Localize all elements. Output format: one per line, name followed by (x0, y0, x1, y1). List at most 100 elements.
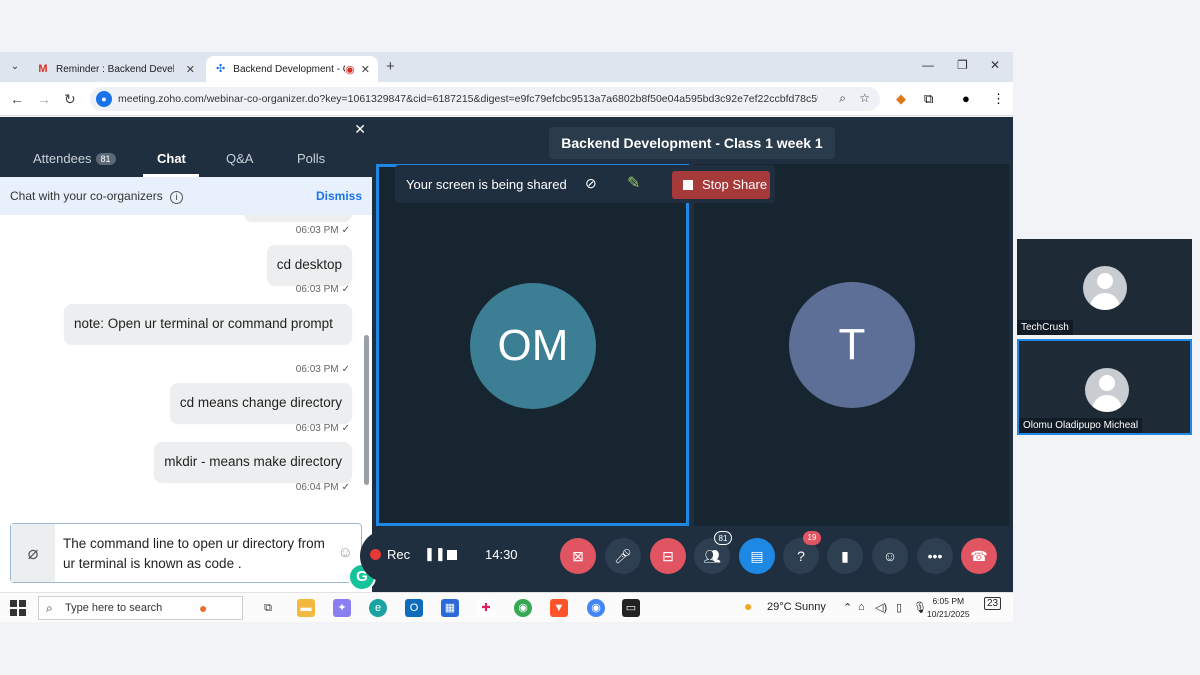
dismiss-button[interactable]: Dismiss (316, 189, 362, 203)
meeting-title: Backend Development - Class 1 week 1 (549, 127, 835, 159)
basketball-icon: ● (199, 600, 208, 616)
chat-button[interactable]: ▤ (739, 538, 775, 574)
close-window-icon[interactable]: ✕ (990, 58, 1000, 72)
new-tab-icon[interactable]: + (386, 58, 395, 75)
chrome-active-icon[interactable]: ◉ (587, 599, 605, 617)
chat-bubble: note: Open ur terminal or command prompt (64, 304, 352, 344)
slack-icon[interactable]: ✚ (477, 599, 495, 617)
tray-arrow-icon[interactable]: ⌃ (843, 601, 852, 614)
chat-bubble: cd desktop (266, 245, 352, 285)
restore-icon[interactable]: ❐ (957, 58, 968, 72)
outlook-icon[interactable]: O (405, 599, 423, 617)
record-dot-icon (370, 549, 381, 560)
close-tab-icon[interactable]: ✕ (361, 63, 370, 76)
stop-share-button[interactable]: Stop Share (672, 171, 770, 199)
tab-attendees[interactable]: Attendees 81 (33, 151, 116, 166)
video-tile-t[interactable]: T (694, 164, 1009, 526)
taskbar-clock[interactable]: 6:05 PM 10/21/2025 (927, 595, 970, 621)
back-icon[interactable]: ← (10, 91, 24, 107)
participants-button[interactable]: 👥︎ 81 (694, 531, 732, 574)
tab-search-icon[interactable]: ⌄ (6, 58, 24, 76)
terminal-icon[interactable]: ▭ (622, 599, 640, 617)
profile-avatar-icon[interactable]: ● (962, 91, 970, 106)
weather-sun-icon: ● (744, 598, 753, 614)
battery-icon[interactable]: ▯ (896, 601, 902, 614)
more-options-button[interactable]: ••• (917, 538, 953, 574)
close-tab-icon[interactable]: ✕ (186, 63, 195, 76)
bookmark-star-icon[interactable]: ☆ (859, 91, 870, 105)
menu-dots-icon[interactable]: ⋮ (992, 91, 1005, 107)
pause-recording-icon[interactable]: ❚❚ (424, 546, 446, 562)
chat-sidebar: ✕ Attendees 81 Chat Q&A Polls Chat with y… (0, 117, 376, 592)
participant-initials: OM (470, 283, 596, 409)
chat-compose-box[interactable]: ⌀ The command line to open ur directory … (10, 523, 362, 583)
message-text: cd desktop (276, 257, 342, 272)
brave-icon[interactable]: ▼ (550, 599, 568, 617)
chrome-icon[interactable]: ◉ (514, 599, 532, 617)
hide-preview-icon[interactable]: ⊘ (585, 175, 597, 192)
notifications-icon[interactable]: 23 (984, 597, 1002, 610)
recording-icon: ◉ (345, 63, 355, 76)
gmail-icon: M (38, 63, 48, 75)
reactions-button[interactable]: ☺ (872, 538, 908, 574)
tab-reminder[interactable]: M Reminder : Backend Developme ✕ (28, 56, 203, 82)
reload-icon[interactable]: ↻ (64, 91, 76, 108)
forward-icon[interactable]: → (37, 91, 51, 107)
tab-backend-development[interactable]: ✣ Backend Development - Cla ◉ ✕ (206, 56, 378, 82)
windows-start-icon[interactable] (10, 600, 26, 616)
metamask-icon[interactable]: ◆ (896, 91, 906, 107)
network-icon[interactable]: ⌂ (858, 601, 865, 613)
annotate-pen-icon[interactable]: ✎ (627, 173, 640, 193)
user-avatar-icon (1083, 266, 1127, 310)
message-time: 06:04 PM ✓ (295, 482, 350, 493)
attendee-badge: 81 (714, 531, 732, 545)
site-info-icon[interactable]: ● (96, 91, 112, 107)
message-time: 06:03 PM ✓ (295, 364, 350, 375)
user-avatar-icon (1085, 368, 1129, 412)
chat-scrollbar[interactable] (364, 215, 369, 520)
info-icon[interactable]: i (170, 191, 184, 204)
tab-qa[interactable]: Q&A (226, 151, 253, 166)
share-off-button[interactable]: ⊟ (650, 538, 686, 574)
message-time: 06:03 PM ✓ (295, 423, 350, 434)
message-time: 06:03 PM ✓ (295, 284, 350, 295)
store-icon[interactable]: ▦ (441, 599, 459, 617)
tab-label: Attendees (33, 151, 92, 166)
message-input[interactable]: The command line to open ur directory fr… (63, 534, 333, 574)
weather-text[interactable]: 29°C Sunny (767, 601, 826, 613)
scroll-thumb[interactable] (364, 335, 369, 485)
tab-polls[interactable]: Polls (297, 151, 325, 166)
url-text: meeting.zoho.com/webinar-co-organizer.do… (118, 93, 818, 105)
minimize-icon[interactable]: — (922, 58, 934, 72)
address-bar-row: ← → ↻ ● meeting.zoho.com/webinar-co-orga… (0, 82, 1013, 116)
record-indicator[interactable]: Rec (370, 547, 410, 562)
close-sidebar-icon[interactable]: ✕ (354, 121, 366, 138)
tab-chat[interactable]: Chat (157, 151, 186, 166)
volume-icon[interactable]: ◁) (875, 601, 887, 614)
zoom-icon[interactable]: ⌕ (839, 91, 846, 106)
participant-tile[interactable]: TechCrush (1017, 239, 1192, 335)
mic-tray-icon[interactable]: 🎙︎ (913, 601, 927, 614)
participant-tile[interactable]: Olomu Oladipupo Micheal (1017, 339, 1192, 435)
video-off-button[interactable]: ⊠ (560, 538, 596, 574)
mic-button[interactable]: 🎤︎ (605, 538, 641, 574)
emoji-icon[interactable]: ☺ (338, 544, 353, 561)
participant-name: Olomu Oladipupo Micheal (1019, 418, 1143, 433)
message-text: note: Open ur terminal or command prompt (74, 316, 333, 331)
taskbar-search[interactable]: ⌕ Type here to search ● (38, 596, 243, 620)
sidebar-header: ✕ Attendees 81 Chat Q&A Polls (0, 117, 372, 177)
file-explorer-icon[interactable]: ▬ (297, 599, 315, 617)
polls-button[interactable]: ▮ (827, 538, 863, 574)
extensions-icon[interactable]: ⧉ (924, 91, 933, 107)
video-tile-om[interactable]: OM (376, 164, 689, 526)
copilot-icon[interactable]: ✦ (333, 599, 351, 617)
end-call-button[interactable]: ☎ (961, 538, 997, 574)
task-view-icon[interactable]: ⧉ (259, 599, 277, 617)
screen-share-bar: Your screen is being shared ⊘ ✎ Stop Sha… (395, 165, 775, 203)
search-icon: ⌕ (46, 601, 53, 615)
url-field[interactable]: ● meeting.zoho.com/webinar-co-organizer.… (90, 87, 880, 111)
stop-recording-icon[interactable] (447, 550, 457, 560)
attach-icon[interactable]: ⌀ (11, 524, 55, 582)
edge-icon[interactable]: e (369, 599, 387, 617)
qa-button[interactable]: ? 19 (783, 531, 821, 574)
